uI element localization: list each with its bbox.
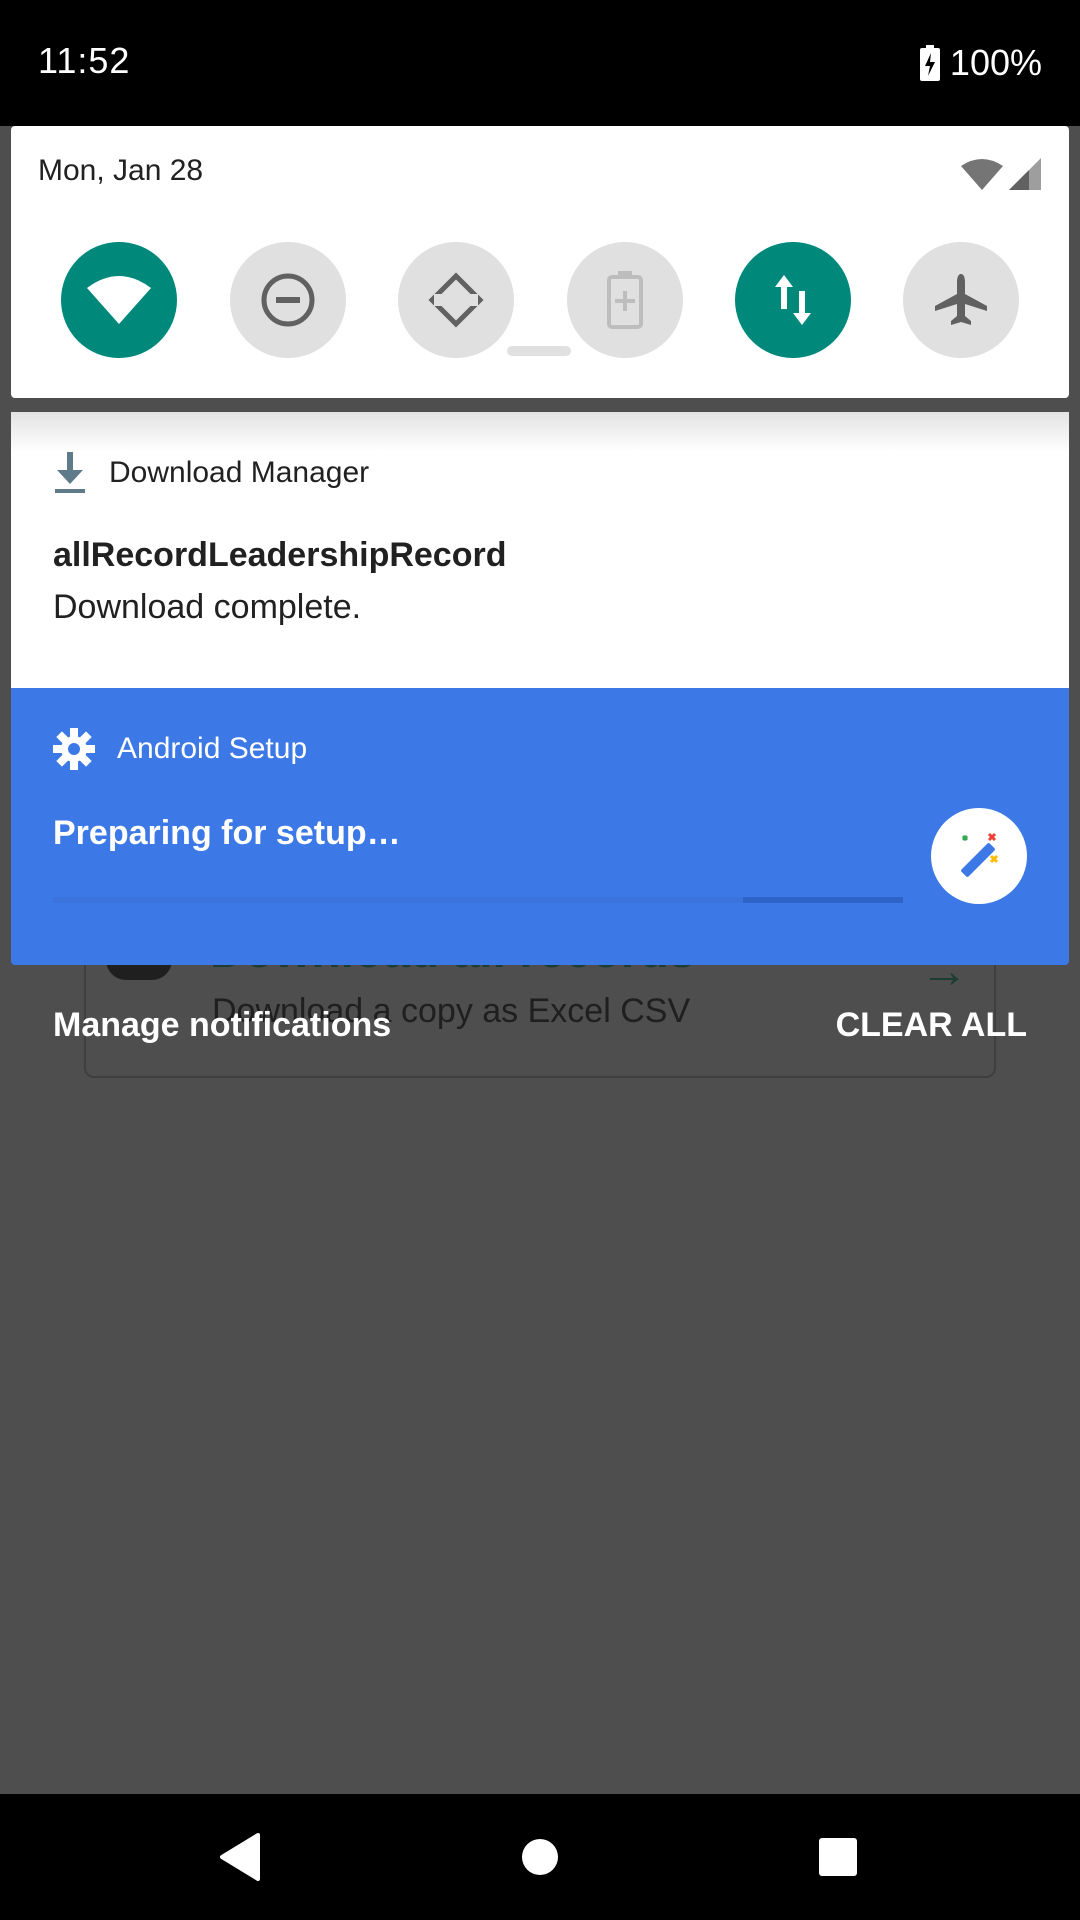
wifi-icon (87, 276, 151, 324)
qs-expand-handle[interactable] (507, 346, 571, 356)
home-icon (522, 1839, 558, 1875)
qs-tile-battery-saver[interactable] (567, 242, 683, 358)
data-arrows-icon (775, 275, 811, 325)
qs-tiles (61, 242, 1019, 358)
rotate-icon (428, 272, 484, 328)
notification-app-name: Android Setup (117, 732, 308, 765)
battery-saver-icon (607, 271, 643, 329)
notification-header: Android Setup (53, 728, 307, 770)
qs-tile-mobile-data[interactable] (735, 242, 851, 358)
qs-tile-airplane[interactable] (903, 242, 1019, 358)
notification-title: Preparing for setup… (53, 814, 401, 852)
notification-header: Download Manager (53, 452, 369, 494)
recents-icon (819, 1838, 857, 1876)
battery-percent: 100% (949, 42, 1042, 83)
cell-signal-icon (1009, 158, 1041, 190)
wifi-status-icon (961, 159, 1003, 190)
status-right: 100% (919, 40, 1042, 86)
recents-button[interactable] (803, 1822, 873, 1892)
notification-app-name: Download Manager (109, 456, 370, 489)
setup-progress-bar (53, 897, 903, 903)
status-time: 11:52 (38, 40, 131, 81)
qs-tile-wifi[interactable] (61, 242, 177, 358)
magic-wand-icon (961, 832, 999, 877)
gear-icon (53, 728, 95, 770)
qs-tile-rotate[interactable] (398, 242, 514, 358)
battery-charging-icon (919, 45, 940, 81)
back-icon (220, 1833, 260, 1881)
qs-date[interactable]: Mon, Jan 28 (38, 154, 203, 188)
qs-signal (961, 154, 1041, 190)
quick-settings-panel: Mon, Jan 28 (11, 126, 1069, 398)
manage-notifications-button[interactable]: Manage notifications (53, 1006, 391, 1045)
clear-all-button[interactable]: CLEAR ALL (836, 1006, 1027, 1045)
notification-android-setup[interactable]: Android Setup Preparing for setup… (11, 688, 1069, 965)
notification-text: Download complete. (53, 588, 362, 626)
dnd-icon (261, 273, 315, 327)
download-icon (55, 452, 85, 493)
home-button[interactable] (505, 1822, 575, 1892)
setup-progress-indicator (743, 897, 903, 903)
navigation-bar (0, 1794, 1080, 1920)
status-bar: 11:52 100% (0, 0, 1080, 126)
airplane-icon (935, 274, 987, 325)
qs-tile-dnd[interactable] (230, 242, 346, 358)
notification-download[interactable]: Download Manager allRecordLeadershipReco… (11, 412, 1069, 688)
notification-footer: Manage notifications CLEAR ALL (0, 1000, 1080, 1060)
notification-title: allRecordLeadershipRecord (53, 536, 507, 574)
setup-wizard-badge (931, 808, 1027, 904)
shade-divider (11, 412, 1069, 452)
back-button[interactable] (205, 1822, 275, 1892)
